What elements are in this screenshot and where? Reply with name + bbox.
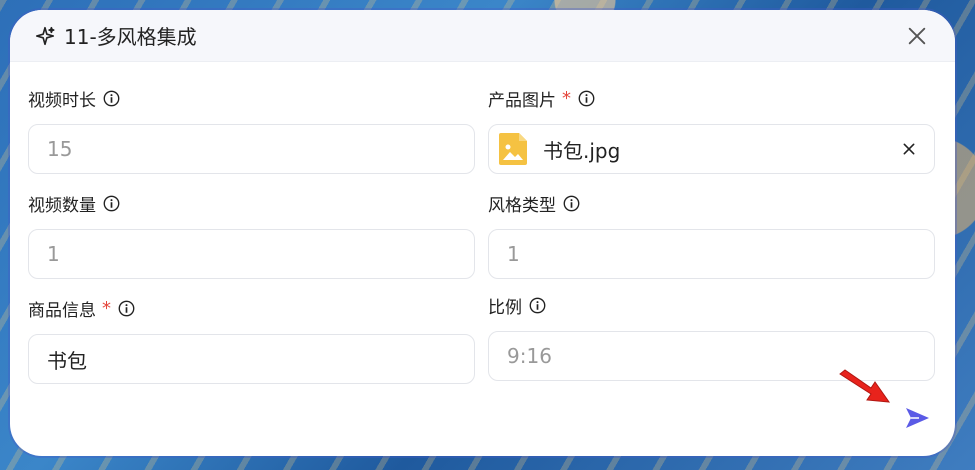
info-icon[interactable] <box>118 300 135 317</box>
send-button[interactable] <box>903 404 931 432</box>
count-input[interactable]: 1 <box>28 229 475 279</box>
ratio-label: 比例 <box>488 293 935 318</box>
image-file-icon <box>497 131 529 167</box>
close-icon <box>903 143 915 155</box>
duration-input[interactable]: 15 <box>28 124 475 174</box>
product-info-input[interactable]: 书包 <box>28 334 475 384</box>
info-icon[interactable] <box>563 195 580 212</box>
product-image-label: 产品图片 * <box>488 86 935 111</box>
duration-field: 视频时长 15 <box>28 86 475 174</box>
remove-file-button[interactable] <box>898 138 920 160</box>
product-info-label: 商品信息 * <box>28 296 475 321</box>
product-image-field: 产品图片 * 书包.jpg <box>488 86 935 174</box>
duration-label: 视频时长 <box>28 86 475 111</box>
send-icon <box>906 408 929 428</box>
style-type-label: 风格类型 <box>488 191 935 216</box>
required-mark: * <box>102 297 111 319</box>
file-name: 书包.jpg <box>543 138 621 163</box>
annotation-arrow-icon <box>839 369 891 403</box>
product-image-upload[interactable]: 书包.jpg <box>488 124 935 174</box>
info-icon[interactable] <box>103 195 120 212</box>
dialog-header: 11-多风格集成 <box>10 10 955 62</box>
count-label: 视频数量 <box>28 191 475 216</box>
dialog-title: 11-多风格集成 <box>64 25 197 49</box>
info-icon[interactable] <box>578 90 595 107</box>
info-icon[interactable] <box>529 297 546 314</box>
count-field: 视频数量 1 <box>28 191 475 279</box>
close-button[interactable] <box>903 22 931 50</box>
product-info-field: 商品信息 * 书包 <box>28 296 475 384</box>
required-mark: * <box>562 87 571 109</box>
info-icon[interactable] <box>103 90 120 107</box>
style-type-field: 风格类型 1 <box>488 191 935 279</box>
sparkle-icon <box>34 25 56 47</box>
close-icon <box>908 27 926 44</box>
style-type-input[interactable]: 1 <box>488 229 935 279</box>
dialog: 11-多风格集成 视频时长 15 产品图片 * 书包.jpg 视频数量 1 风格… <box>10 10 955 456</box>
